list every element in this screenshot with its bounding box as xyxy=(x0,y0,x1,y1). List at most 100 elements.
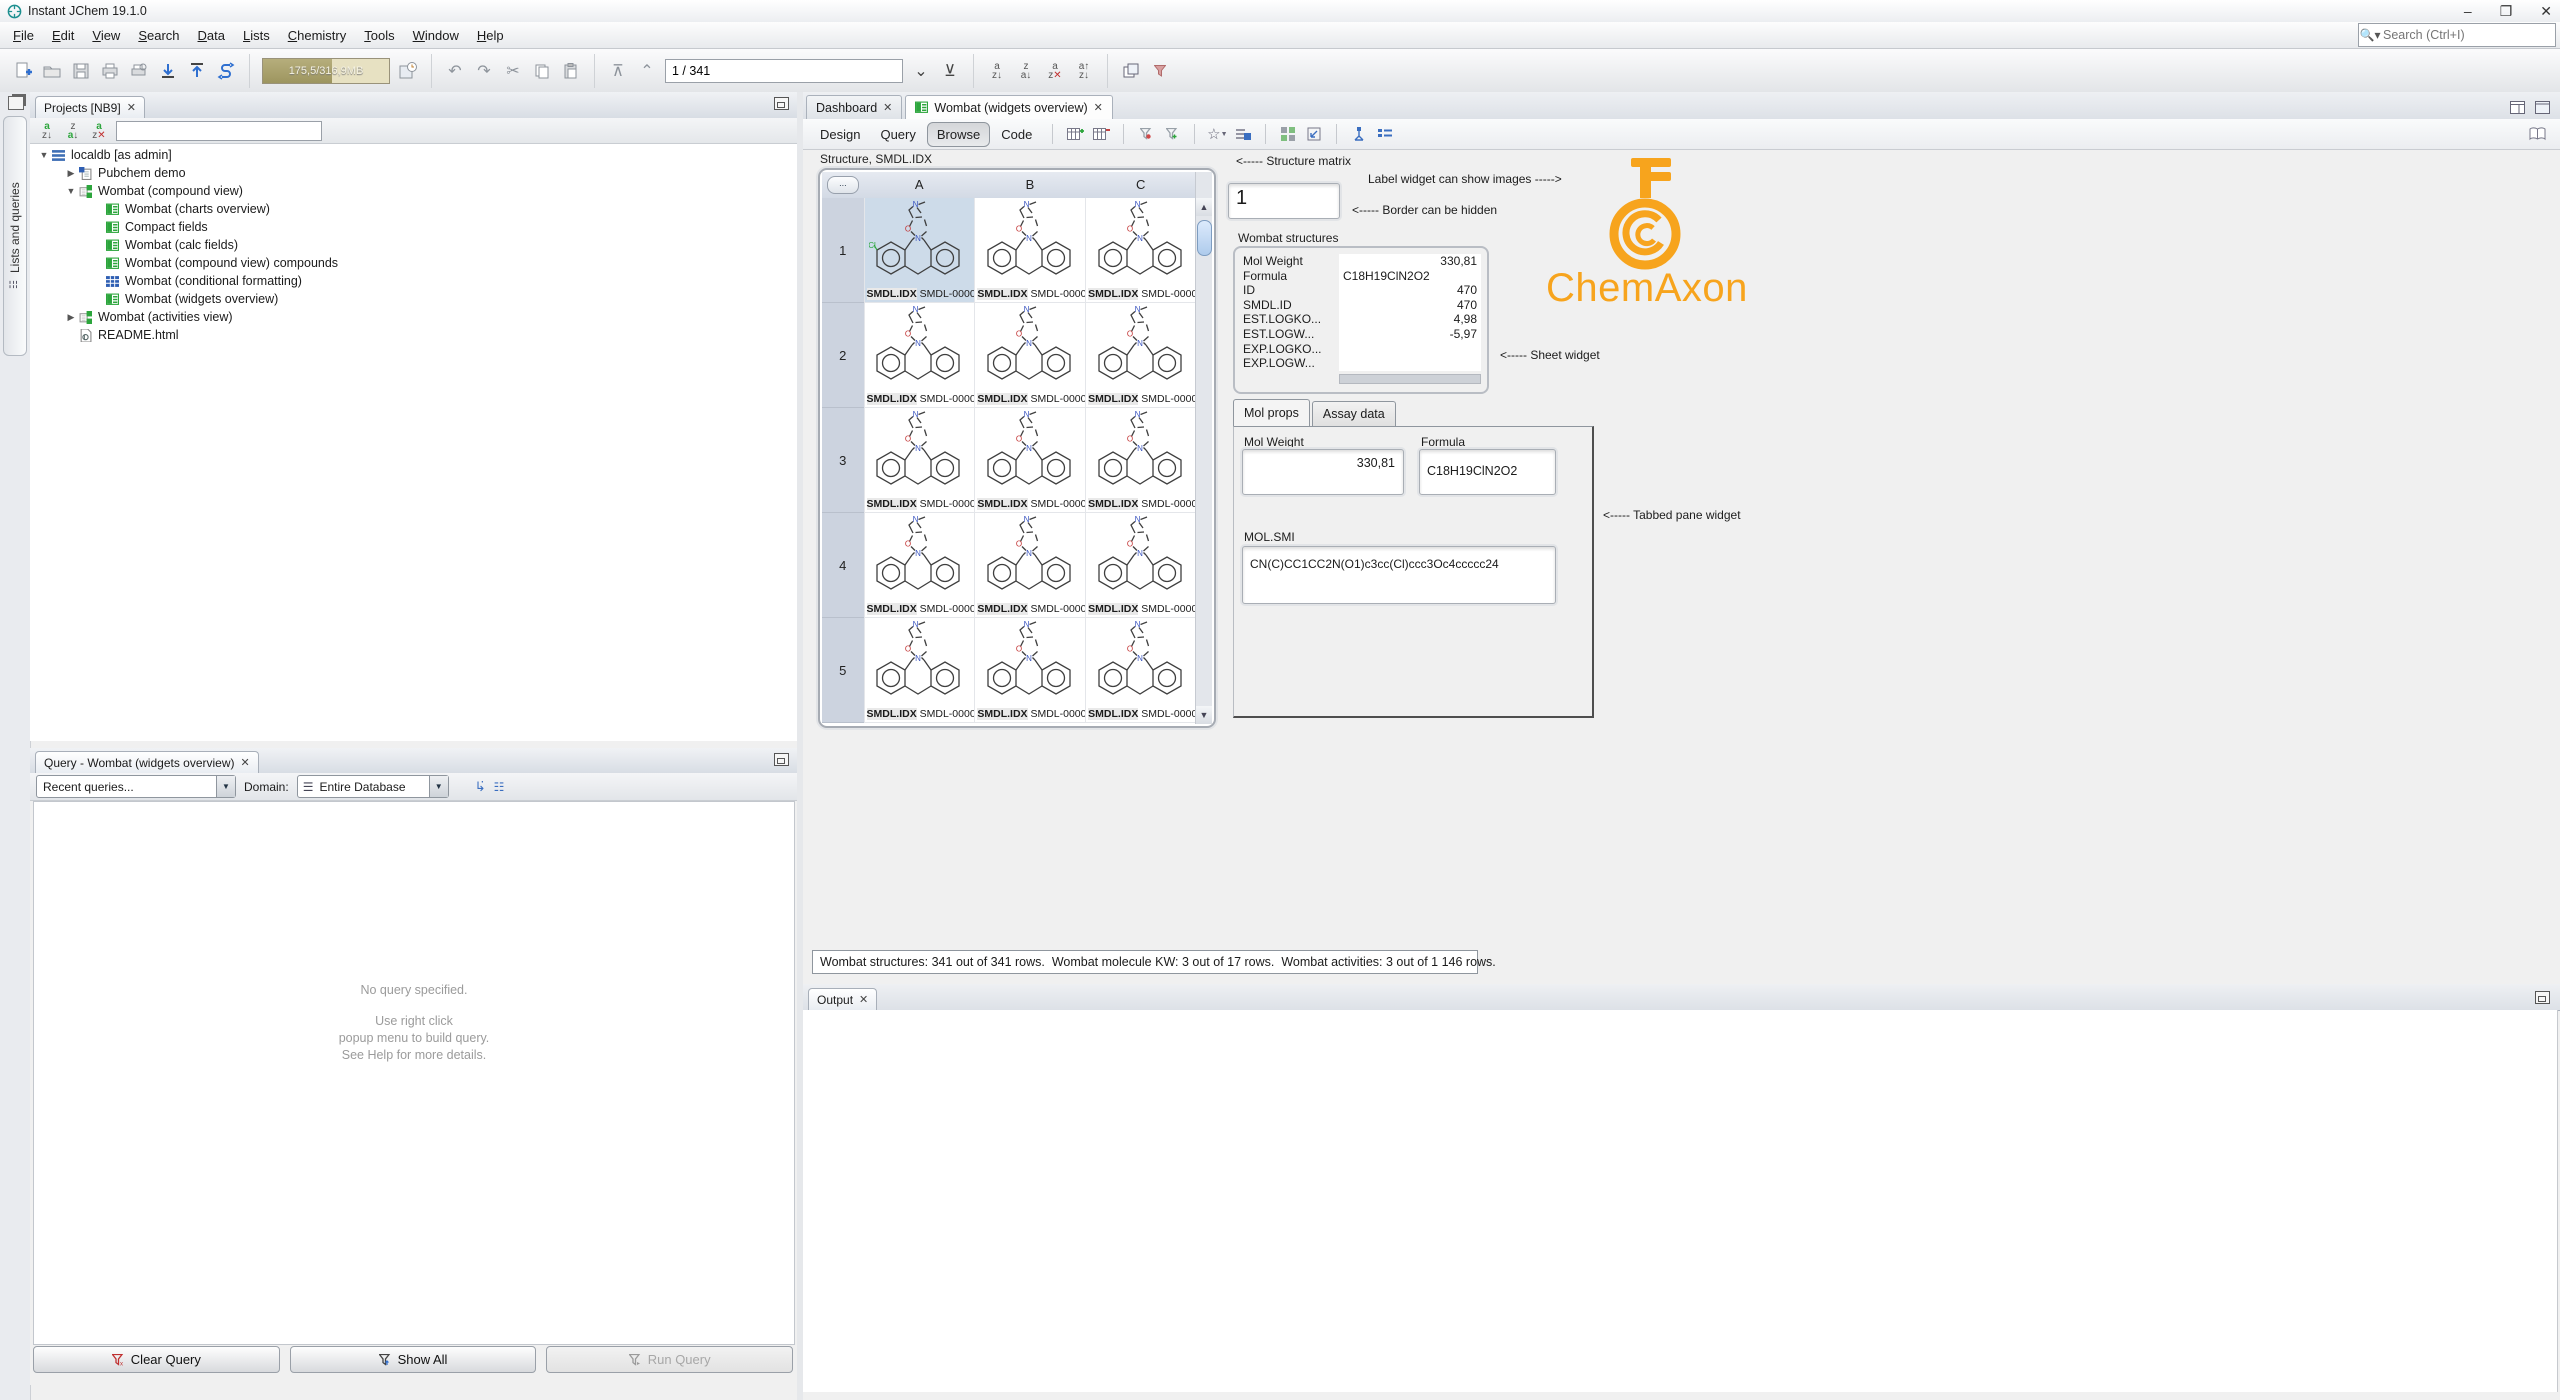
mode-query[interactable]: Query xyxy=(871,123,924,146)
matrix-vertical-scrollbar[interactable]: ▲ ▼ xyxy=(1195,172,1212,724)
previous-record-icon[interactable]: ⌃ xyxy=(636,60,658,82)
expanded-arrow-icon[interactable]: ▼ xyxy=(65,186,77,196)
favorites-star-icon[interactable]: ☆ ▼ xyxy=(1206,124,1228,144)
label-widget[interactable]: 1 xyxy=(1228,183,1340,219)
restore-button[interactable]: ❐ xyxy=(2500,3,2513,20)
pages-icon[interactable] xyxy=(2526,124,2548,144)
close-icon[interactable]: ✕ xyxy=(241,756,250,769)
window-list-icon[interactable] xyxy=(2510,101,2525,114)
row-header-4[interactable]: 4 xyxy=(822,513,864,618)
export-view-icon[interactable] xyxy=(1303,124,1325,144)
menu-help[interactable]: Help xyxy=(468,24,513,47)
menu-chemistry[interactable]: Chemistry xyxy=(279,24,356,47)
row-header-3[interactable]: 3 xyxy=(822,408,864,513)
structure-cell-5C[interactable]: SMDL.IDX SMDL-00000 xyxy=(1085,618,1196,723)
project-filter-input[interactable] xyxy=(116,120,322,141)
redo-icon[interactable]: ↷ xyxy=(473,60,495,82)
sheet-row-value[interactable]: 470 xyxy=(1339,283,1481,298)
menu-search[interactable]: Search xyxy=(129,24,188,47)
dock-panel-icon[interactable] xyxy=(8,96,24,110)
close-icon[interactable]: ✕ xyxy=(127,101,136,114)
search-input[interactable] xyxy=(2381,27,2555,43)
tree-item-readme-html[interactable]: README.html xyxy=(30,326,797,344)
global-search[interactable]: 🔍▾ xyxy=(2358,23,2556,47)
structure-cell-4A[interactable]: SMDL.IDX SMDL-00000 xyxy=(863,513,975,618)
clear-sort-icon[interactable]: a z✕ xyxy=(1044,60,1066,82)
synchronize-icon[interactable] xyxy=(215,60,237,82)
cut-icon[interactable]: ✂ xyxy=(502,60,524,82)
expanded-arrow-icon[interactable]: ▼ xyxy=(38,150,50,160)
structure-cell-1C[interactable]: SMDL.IDX SMDL-00000 xyxy=(1085,198,1196,303)
minimize-panel-icon[interactable] xyxy=(774,753,789,766)
domain-dropdown[interactable]: ☰ Entire Database ▼ xyxy=(296,775,449,798)
structure-cell-4B[interactable]: SMDL.IDX SMDL-00000 xyxy=(974,513,1086,618)
run-query-button[interactable]: Run Query xyxy=(546,1346,794,1373)
close-icon[interactable]: ✕ xyxy=(859,993,868,1006)
tab-dashboard[interactable]: Dashboard ✕ xyxy=(806,95,903,119)
structure-cell-3C[interactable]: SMDL.IDX SMDL-00000 xyxy=(1085,408,1196,513)
tab-mol-props[interactable]: Mol props xyxy=(1233,399,1310,426)
minimize-panel-icon[interactable] xyxy=(2535,991,2550,1004)
sheet-row-value[interactable]: 4,98 xyxy=(1339,312,1481,327)
tree-item-wombat-charts-overview[interactable]: Wombat (charts overview) xyxy=(30,200,797,218)
query-list-icon[interactable]: ☷ xyxy=(494,780,505,794)
close-icon[interactable]: ✕ xyxy=(883,101,892,114)
structure-cell-5A[interactable]: SMDL.IDX SMDL-00000 xyxy=(863,618,975,723)
scroll-down-icon[interactable]: ▼ xyxy=(1196,706,1212,724)
scrollbar-thumb[interactable] xyxy=(1197,220,1212,256)
structure-cell-3A[interactable]: SMDL.IDX SMDL-00000 xyxy=(863,408,975,513)
sheet-row-value[interactable]: -5,97 xyxy=(1339,326,1481,342)
sheet-row-value[interactable]: 470 xyxy=(1339,297,1481,313)
sheet-row-value[interactable]: 330,81 xyxy=(1339,254,1481,269)
sheet-horizontal-scrollbar[interactable] xyxy=(1339,374,1481,384)
matrix-corner-button[interactable]: ... xyxy=(826,176,859,194)
widgets-icon[interactable] xyxy=(1277,124,1299,144)
tree-item-wombat-compound-view[interactable]: ▼ Wombat (compound view) xyxy=(30,182,797,200)
details-list-icon[interactable] xyxy=(1374,124,1396,144)
smiles-field[interactable]: CN(C)CC1CC2N(O1)c3cc(Cl)ccc3Oc4ccccc24 xyxy=(1242,546,1556,604)
filter-active-icon[interactable] xyxy=(1135,124,1157,144)
column-header-b[interactable]: B xyxy=(975,172,1086,198)
structure-cell-4C[interactable]: SMDL.IDX SMDL-00000 xyxy=(1085,513,1196,618)
structure-cell-5B[interactable]: SMDL.IDX SMDL-00000 xyxy=(974,618,1086,723)
collapsed-arrow-icon[interactable]: ▶ xyxy=(65,312,77,323)
import-icon[interactable] xyxy=(157,60,179,82)
tree-item-wombat-activities-view[interactable]: ▶ Wombat (activities view) xyxy=(30,308,797,326)
row-header-1[interactable]: 1 xyxy=(822,198,864,303)
projects-tab[interactable]: Projects [NB9] ✕ xyxy=(35,96,145,118)
custom-sort-icon[interactable]: a↑ z↓ xyxy=(1073,60,1095,82)
structure-cell-1A[interactable]: ClSMDL.IDX SMDL-00000 xyxy=(863,198,975,303)
structure-cell-2A[interactable]: SMDL.IDX SMDL-00000 xyxy=(863,303,975,408)
add-row-icon[interactable] xyxy=(1064,124,1086,144)
clear-query-button[interactable]: x Clear Query xyxy=(33,1346,280,1373)
column-header-c[interactable]: C xyxy=(1085,172,1196,198)
export-icon[interactable] xyxy=(186,60,208,82)
paste-icon[interactable] xyxy=(560,60,582,82)
formula-field[interactable]: C18H19ClN2O2 xyxy=(1419,449,1556,495)
column-header-a[interactable]: A xyxy=(864,172,975,198)
mode-design[interactable]: Design xyxy=(811,123,869,146)
garbage-collect-icon[interactable] xyxy=(397,60,419,82)
tree-item-wombat-conditional-formatting[interactable]: Wombat (conditional formatting) xyxy=(30,272,797,290)
sort-descending-icon[interactable]: z a↓ xyxy=(1015,60,1037,82)
menu-tools[interactable]: Tools xyxy=(355,24,403,47)
menu-view[interactable]: View xyxy=(83,24,129,47)
show-all-button[interactable]: Show All xyxy=(289,1346,537,1373)
filter-add-icon[interactable] xyxy=(1161,124,1183,144)
recent-queries-dropdown[interactable]: Recent queries... ▼ xyxy=(36,775,236,798)
menu-window[interactable]: Window xyxy=(404,24,468,47)
query-tab[interactable]: Query - Wombat (widgets overview) ✕ xyxy=(35,751,259,773)
menu-lists[interactable]: Lists xyxy=(234,24,279,47)
menu-data[interactable]: Data xyxy=(189,24,234,47)
sheet-widget[interactable]: Mol Weight 330,81 Formula C18H19ClN2O2 ID 470… xyxy=(1233,246,1489,394)
lists-and-queries-tab[interactable]: ☷ Lists and queries xyxy=(3,116,27,356)
remove-row-icon[interactable] xyxy=(1090,124,1112,144)
close-icon[interactable]: ✕ xyxy=(1094,101,1103,114)
last-record-icon[interactable]: ⊻ xyxy=(939,60,961,82)
sheet-row-value[interactable] xyxy=(1339,356,1481,371)
tree-item-wombat-compound-view-compounds[interactable]: Wombat (compound view) compounds xyxy=(30,254,797,272)
sheet-row-value[interactable] xyxy=(1339,341,1481,357)
output-tab[interactable]: Output ✕ xyxy=(808,988,878,1010)
tree-item-pubchem-demo[interactable]: ▶ Pubchem demo xyxy=(30,164,797,182)
first-record-icon[interactable]: ⊼ xyxy=(607,60,629,82)
